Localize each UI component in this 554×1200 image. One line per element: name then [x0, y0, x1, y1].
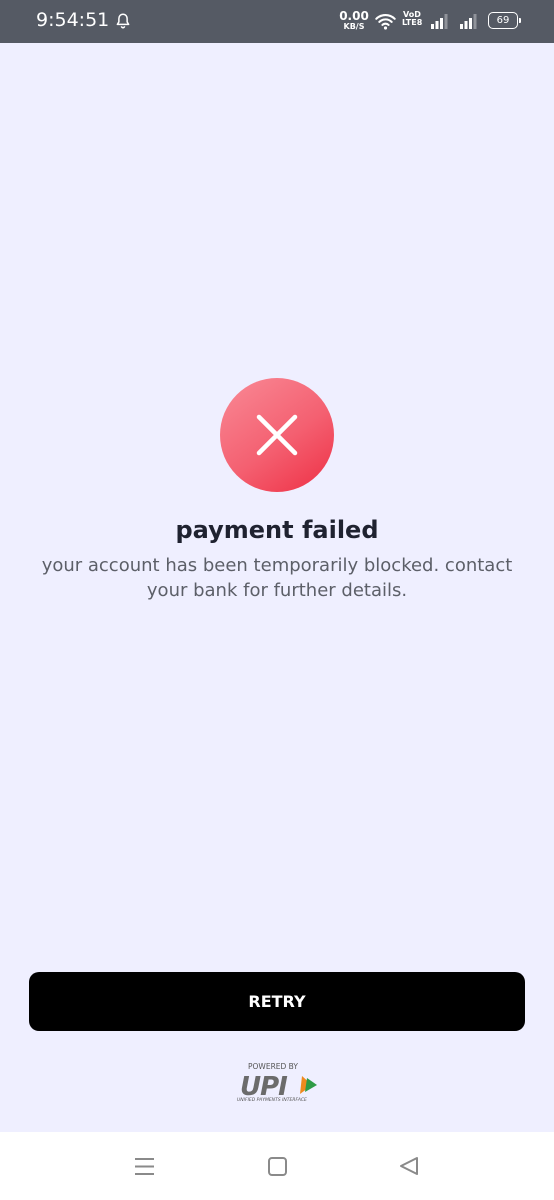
battery-level: 69 — [496, 15, 510, 26]
signal-icon — [460, 14, 477, 29]
signal-icon — [431, 14, 448, 29]
upi-logo: POWERED BY UPI UNIFIED PAYMENTS INTERFAC… — [233, 1060, 323, 1108]
upi-brand-text: UPI — [240, 1072, 288, 1098]
page-title: payment failed — [175, 516, 379, 544]
battery-icon: 69 — [488, 12, 521, 29]
upi-brand-mark: UPI — [240, 1072, 317, 1098]
navigation-bar — [0, 1132, 554, 1200]
net-speed-unit: KB/S — [343, 22, 365, 31]
wifi-icon — [375, 14, 396, 30]
close-icon — [256, 414, 298, 456]
menu-icon[interactable] — [134, 1156, 155, 1177]
net-speed-value: 0.00 — [339, 9, 369, 23]
upi-subtitle: UNIFIED PAYMENTS INTERFACE — [237, 1098, 307, 1103]
powered-by-label: POWERED BY — [247, 1062, 298, 1071]
status-bar: 9:54:51 0.00 KB/S VoD LTE8 69 — [0, 0, 554, 43]
retry-button[interactable]: RETRY — [29, 972, 525, 1031]
back-icon[interactable] — [398, 1155, 420, 1177]
error-message: your account has been temporarily blocke… — [41, 555, 513, 601]
volte-bottom-label: LTE8 — [402, 18, 423, 27]
net-speed-indicator: 0.00 KB/S — [339, 10, 369, 31]
status-time: 9:54:51 — [36, 9, 110, 31]
bell-icon — [116, 13, 130, 29]
payment-failed-badge — [220, 378, 334, 492]
volte-indicator: VoD LTE8 — [402, 11, 422, 27]
home-icon[interactable] — [267, 1156, 288, 1177]
